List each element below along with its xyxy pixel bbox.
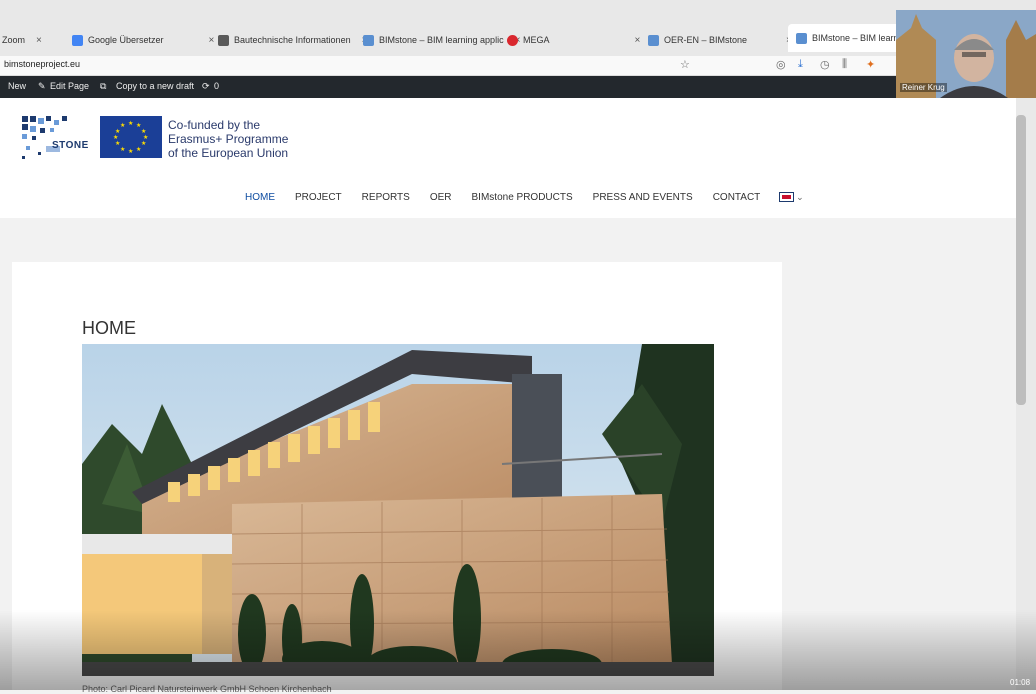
cofunded-text: Co-funded by the Erasmus+ Programme of t… bbox=[168, 118, 288, 160]
nav-oer[interactable]: OER bbox=[430, 192, 452, 203]
tab-label: MEGA bbox=[523, 35, 550, 45]
nav-bimstone-products[interactable]: BIMstone PRODUCTS bbox=[472, 192, 573, 203]
nav-reports[interactable]: REPORTS bbox=[362, 192, 410, 203]
chevron-down-icon: ⌄ bbox=[796, 192, 804, 202]
wp-copy-draft-button[interactable]: Copy to a new draft bbox=[116, 81, 194, 91]
bimstone-icon bbox=[796, 32, 807, 44]
tab-label: OER-EN – BIMstone bbox=[664, 35, 748, 45]
tab-bautechnische[interactable]: Bautechnische Informationen× bbox=[218, 28, 367, 52]
tab-label: Zoom bbox=[2, 35, 26, 45]
site-header: STONE ★ ★ ★ ★ ★ ★ ★ ★ ★ ★ ★ ★ Co-funded … bbox=[0, 98, 1016, 218]
library-icon[interactable]: ⫼ bbox=[842, 58, 847, 71]
language-switcher[interactable]: ⌄ bbox=[779, 192, 804, 203]
tab-oer-en[interactable]: OER-EN – BIMstone× bbox=[648, 28, 792, 52]
main-nav: HOME PROJECT REPORTS OER BIMstone PRODUC… bbox=[245, 192, 804, 203]
page-title: HOME bbox=[82, 318, 136, 338]
pencil-icon: ✎ bbox=[38, 81, 46, 91]
wp-count-badge[interactable]: 0 bbox=[214, 81, 219, 91]
wp-admin-bar: New ✎ Edit Page ⧉ Copy to a new draft ⟳ … bbox=[0, 76, 1036, 98]
tab-mega[interactable]: MEGA × bbox=[507, 28, 640, 52]
webcam-participant-name: Reiner Krug bbox=[900, 83, 947, 92]
tab-label: Google Übersetzer bbox=[88, 35, 164, 45]
nav-home[interactable]: HOME bbox=[245, 192, 275, 203]
nav-project[interactable]: PROJECT bbox=[295, 192, 342, 203]
cofund-line: Co-funded by the bbox=[168, 118, 261, 132]
google-translate-icon bbox=[72, 34, 83, 46]
bimstone-icon bbox=[648, 34, 659, 46]
tab-google-translate[interactable]: Google Übersetzer × bbox=[72, 28, 214, 52]
mega-icon bbox=[507, 34, 518, 46]
pocket-icon[interactable]: ◎ bbox=[776, 58, 786, 71]
eu-flag-icon: ★ ★ ★ ★ ★ ★ ★ ★ ★ ★ ★ ★ bbox=[100, 116, 162, 158]
wp-edit-page-button[interactable]: Edit Page bbox=[50, 81, 89, 91]
tab-zoom[interactable]: Zoom × bbox=[2, 28, 42, 52]
logo-text: STONE bbox=[52, 140, 89, 151]
download-icon[interactable]: ⤓ bbox=[798, 58, 803, 71]
tab-bimstone-1[interactable]: BIMstone – BIM learning applic× bbox=[363, 28, 520, 52]
page-icon bbox=[218, 34, 229, 46]
nav-press-events[interactable]: PRESS AND EVENTS bbox=[593, 192, 693, 203]
copy-icon: ⧉ bbox=[100, 81, 107, 91]
address-bar[interactable]: bimstoneproject.eu ☆ ◎ ⤓ ◷ ⫼ ✦ bbox=[0, 56, 1036, 76]
updates-icon: ⟳ bbox=[202, 81, 210, 91]
tab-label: BIMstone – BIM learning applic bbox=[379, 35, 504, 45]
close-icon[interactable]: × bbox=[209, 35, 215, 46]
bookmark-star-icon[interactable]: ☆ bbox=[680, 58, 690, 71]
wp-new-button[interactable]: New bbox=[8, 81, 26, 91]
tab-label: Bautechnische Informationen bbox=[234, 35, 351, 45]
close-icon[interactable]: × bbox=[635, 35, 641, 46]
cofund-line: of the European Union bbox=[168, 146, 289, 160]
video-timecode: 01:08 bbox=[1010, 678, 1031, 687]
bimstone-icon bbox=[363, 34, 374, 46]
video-overlay-shade bbox=[0, 610, 1036, 690]
cofund-line: Erasmus+ Programme bbox=[168, 132, 289, 146]
extension-icon[interactable]: ✦ bbox=[866, 58, 875, 71]
page-scrollbar-thumb[interactable] bbox=[1016, 115, 1026, 405]
browser-tab-strip: Zoom × Google Übersetzer × Bautechnische I… bbox=[0, 0, 1036, 56]
close-icon[interactable]: × bbox=[36, 35, 42, 46]
history-icon[interactable]: ◷ bbox=[820, 58, 830, 71]
uk-flag-icon bbox=[779, 192, 795, 203]
url-text[interactable]: bimstoneproject.eu bbox=[4, 59, 80, 69]
nav-contact[interactable]: CONTACT bbox=[713, 192, 761, 203]
